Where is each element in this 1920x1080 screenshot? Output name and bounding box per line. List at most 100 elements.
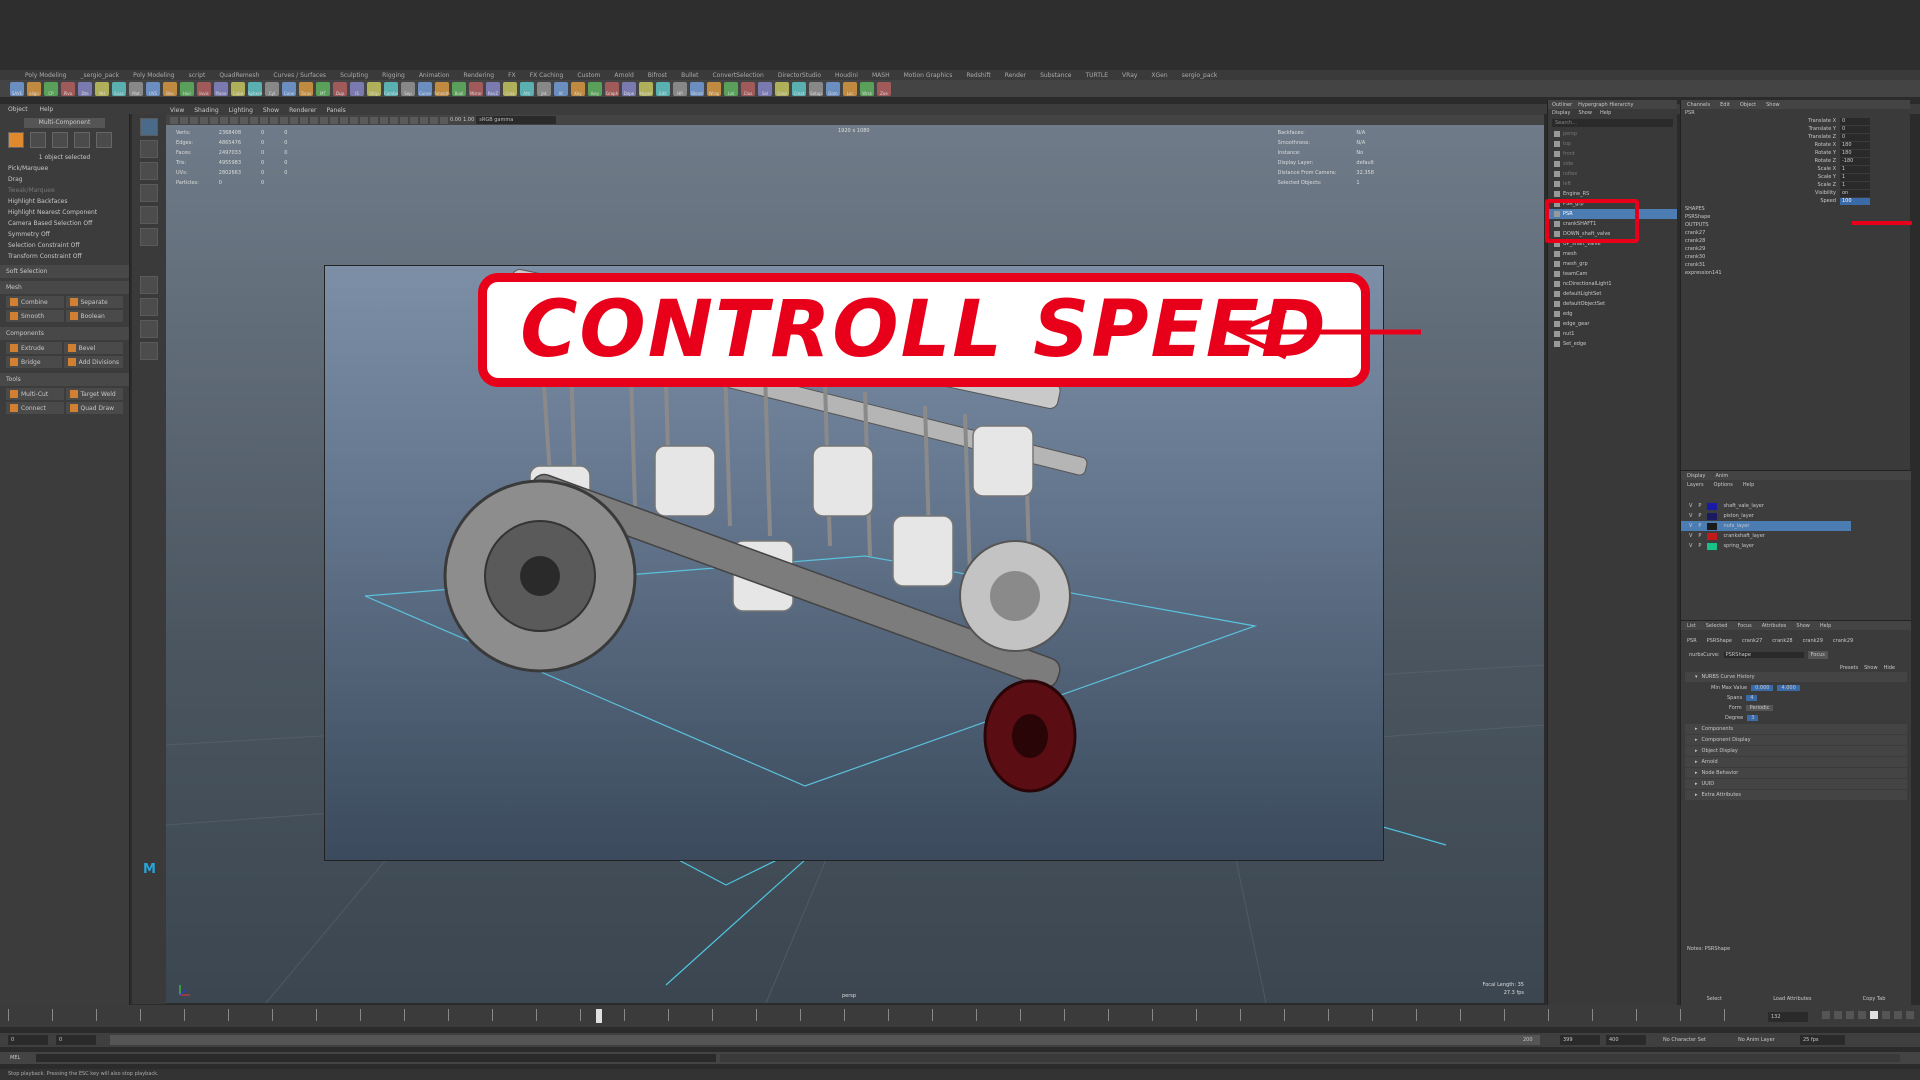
shelf-tab[interactable]: script <box>189 72 206 79</box>
shelf-button[interactable]: Cred <box>775 81 789 96</box>
playback-toggle[interactable]: P <box>1698 533 1701 539</box>
focus-button[interactable]: Focus <box>1807 651 1828 659</box>
shelf-button[interactable]: Graph <box>605 81 619 96</box>
layers-menu-options[interactable]: Options <box>1714 482 1733 488</box>
outliner-item[interactable]: front <box>1548 149 1677 159</box>
shelf-button[interactable]: IS <box>350 81 364 96</box>
spans-value[interactable]: 4 <box>1746 695 1758 701</box>
scale-tool-icon[interactable] <box>140 228 158 246</box>
attribute-editor-menu-item[interactable]: Focus <box>1737 623 1751 629</box>
shelf-button[interactable]: Sphere <box>248 81 262 96</box>
start-time-field[interactable]: 0 <box>8 1035 48 1045</box>
viewport-tool-icon[interactable] <box>440 116 448 124</box>
step-forward-frame-icon[interactable] <box>1882 1011 1890 1019</box>
viewport-tool-icon[interactable] <box>270 116 278 124</box>
playback-toggle[interactable]: P <box>1698 543 1701 549</box>
vertex-mode-icon[interactable] <box>30 132 46 148</box>
attribute-editor-menu-item[interactable]: Help <box>1820 623 1831 629</box>
attribute-editor-button[interactable]: Load Attributes <box>1773 996 1811 1002</box>
paint-select-tool-icon[interactable] <box>140 162 158 180</box>
attribute-section[interactable]: ▸ Node Behavior <box>1685 768 1907 778</box>
shelf-button[interactable]: Dom <box>826 81 840 96</box>
outliner-item[interactable]: Engine_RS <box>1548 189 1677 199</box>
viewport-tool-icon[interactable] <box>400 116 408 124</box>
shelf-tab[interactable]: ConvertSelection <box>712 72 763 79</box>
shelf-button[interactable]: Cone <box>282 81 296 96</box>
uv-mode-icon[interactable] <box>96 132 112 148</box>
outliner-item[interactable]: top <box>1548 139 1677 149</box>
viewport-tool-icon[interactable] <box>280 116 288 124</box>
outliner-search-input[interactable]: Search... <box>1552 119 1673 127</box>
side-by-side-layout-icon[interactable] <box>140 320 158 338</box>
shelf-button[interactable]: Zoe <box>877 81 891 96</box>
layers-menu-layers[interactable]: Layers <box>1687 482 1704 488</box>
shelf-button[interactable]: align <box>27 81 41 96</box>
option-drag[interactable]: Drag <box>0 174 129 185</box>
outliner-item[interactable]: nut1 <box>1548 329 1677 339</box>
output-node[interactable]: crank31 <box>1681 261 1910 269</box>
lasso-tool-icon[interactable] <box>140 140 158 158</box>
shelf-button[interactable]: Bool <box>452 81 466 96</box>
shelf-button[interactable]: RevZ <box>486 81 500 96</box>
shelf-button[interactable]: Mat <box>129 81 143 96</box>
viewport-tool-icon[interactable] <box>180 116 188 124</box>
shelf-tab[interactable]: Poly Modeling <box>133 72 175 79</box>
exposure-field[interactable]: 0.00 <box>450 117 461 123</box>
viewport-tool-icon[interactable] <box>330 116 338 124</box>
attribute-editor-menu-item[interactable]: Attributes <box>1762 623 1787 629</box>
bridge-button[interactable]: Bridge <box>6 356 62 368</box>
combine-button[interactable]: Combine <box>6 296 64 308</box>
channel-value[interactable]: 1 <box>1840 181 1870 189</box>
attribute-section[interactable]: ▸ Arnold <box>1685 757 1907 767</box>
channel-value[interactable]: -180 <box>1840 157 1870 165</box>
outliner-item[interactable]: defaultObjectSet <box>1548 299 1677 309</box>
shelf-tab[interactable]: Rigging <box>382 72 405 79</box>
shelf-tab[interactable]: Substance <box>1040 72 1071 79</box>
viewport-menu-shading[interactable]: Shading <box>194 107 218 114</box>
step-back-frame-icon[interactable] <box>1846 1011 1854 1019</box>
gamma-field[interactable]: 1.00 <box>463 117 474 123</box>
shelf-tab[interactable]: Redshift <box>966 72 990 79</box>
attribute-section[interactable]: ▸ Components <box>1685 724 1907 734</box>
shelf-button[interactable]: Exaz <box>112 81 126 96</box>
viewport-menu-renderer[interactable]: Renderer <box>289 107 316 114</box>
viewport-tool-icon[interactable] <box>360 116 368 124</box>
shelf-button[interactable]: Bev <box>163 81 177 96</box>
object-mode-icon[interactable] <box>8 132 24 148</box>
viewport-tool-icon[interactable] <box>190 116 198 124</box>
fps-dropdown[interactable]: 25 fps <box>1800 1035 1845 1045</box>
shelf-button[interactable]: Clus <box>741 81 755 96</box>
outliner-item[interactable]: defaultLightSet <box>1548 289 1677 299</box>
shelf-button[interactable]: MT <box>316 81 330 96</box>
viewport-tool-icon[interactable] <box>380 116 388 124</box>
range-slider-bar[interactable] <box>110 1035 1540 1045</box>
viewport-tool-icon[interactable] <box>210 116 218 124</box>
viewport-tool-icon[interactable] <box>250 116 258 124</box>
channel-row[interactable]: Translate Y 0 <box>1681 125 1910 133</box>
viewport-tool-icon[interactable] <box>340 116 348 124</box>
option-highlight-backfaces[interactable]: Highlight Backfaces <box>0 196 129 207</box>
node-name-field[interactable]: PSRShape <box>1723 652 1804 658</box>
command-input[interactable] <box>36 1054 716 1062</box>
viewport-tool-icon[interactable] <box>170 116 178 124</box>
output-node[interactable]: crank27 <box>1681 229 1910 237</box>
tab-hypergraph[interactable]: Hypergraph Hierarchy <box>1578 102 1633 108</box>
shelf-tab[interactable]: Render <box>1005 72 1026 79</box>
tab-display-layers[interactable]: Display <box>1687 473 1705 479</box>
go-to-end-icon[interactable] <box>1906 1011 1914 1019</box>
viewport-tool-icon[interactable] <box>350 116 358 124</box>
connect-button[interactable]: Connect <box>6 402 64 414</box>
shelf-button[interactable]: SAVE <box>10 81 24 96</box>
shelf-button[interactable]: Loc <box>843 81 857 96</box>
attribute-editor-menu-item[interactable]: Show <box>1796 623 1810 629</box>
shelf-button[interactable]: Lat <box>724 81 738 96</box>
shelf-tab[interactable]: Sculpting <box>340 72 368 79</box>
channel-value[interactable]: 0 <box>1840 133 1870 141</box>
camera-based-selection[interactable]: Camera Based Selection Off <box>0 218 129 229</box>
shelf-tabs[interactable]: Poly Modeling _sergio_pack Poly Modeling sc… <box>0 70 1920 80</box>
viewport-tool-icon[interactable] <box>320 116 328 124</box>
display-layer[interactable]: V Pcrankshaft_layer <box>1681 531 1911 541</box>
attribute-section[interactable]: ▸ UUID <box>1685 779 1907 789</box>
step-forward-key-icon[interactable] <box>1894 1011 1902 1019</box>
shelf-button[interactable]: CP <box>44 81 58 96</box>
